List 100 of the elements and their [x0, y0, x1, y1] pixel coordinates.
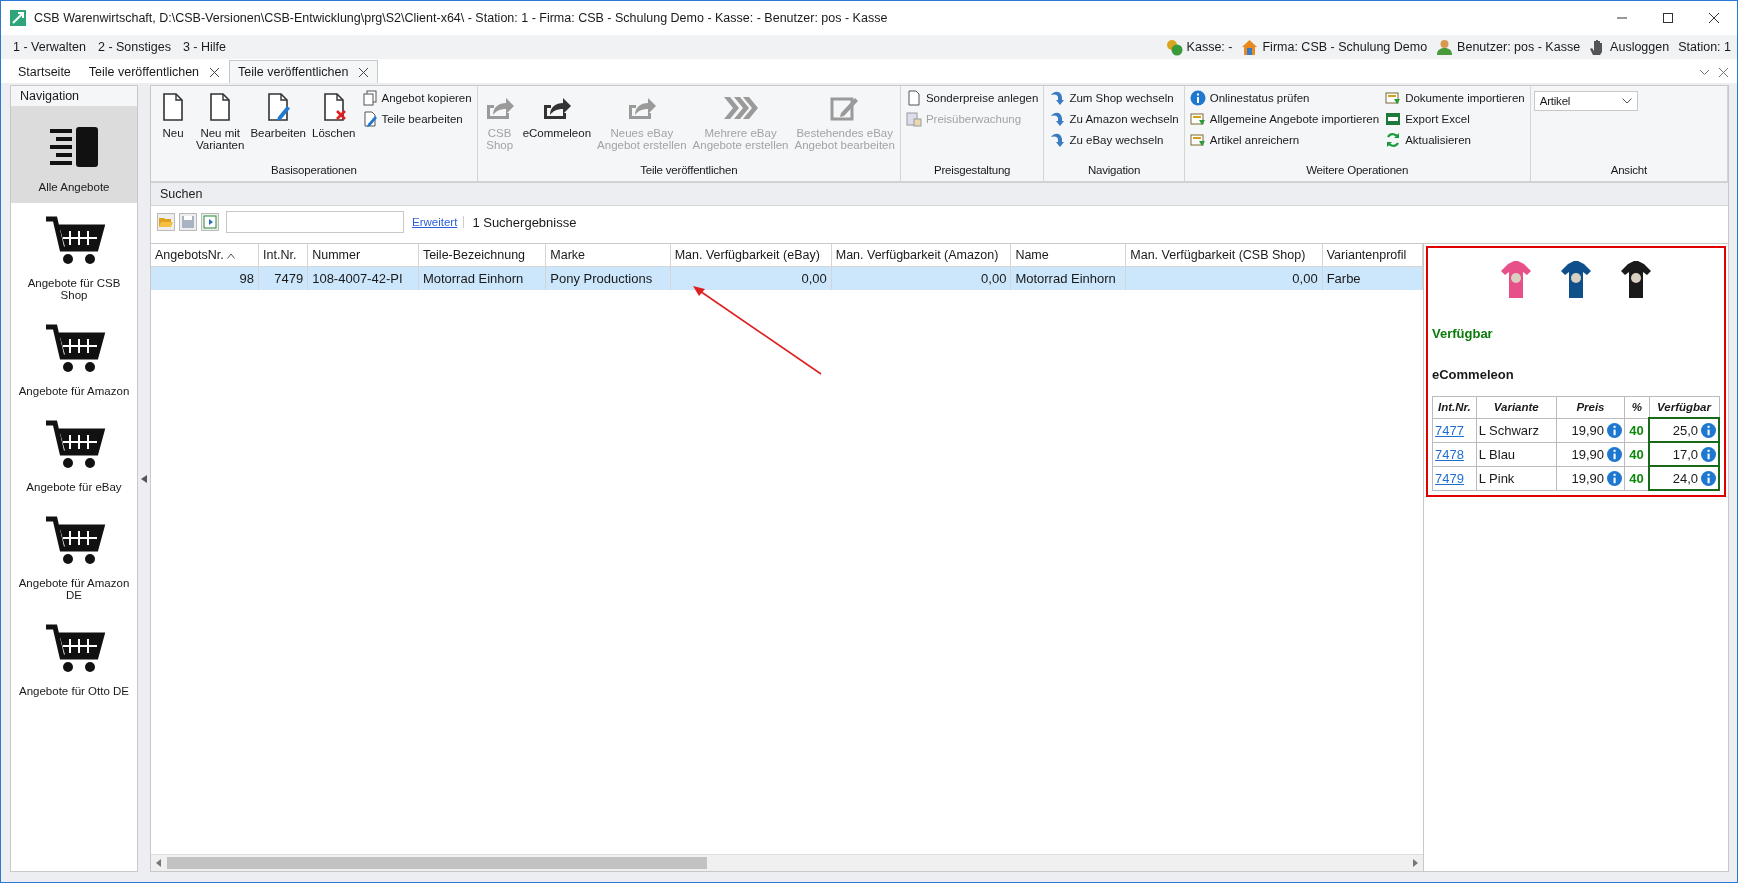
- ribbon-button[interactable]: Zu Amazon wechseln: [1047, 110, 1181, 128]
- ribbon-group-label: Ansicht: [1609, 163, 1648, 178]
- info-icon[interactable]: [1701, 422, 1716, 438]
- ribbon-button[interactable]: Neu mit Varianten: [194, 89, 247, 161]
- available-value: 24,0: [1672, 470, 1698, 486]
- station-label: Station: 1: [1678, 40, 1731, 54]
- advanced-search-link[interactable]: Erweitert: [412, 216, 465, 228]
- ribbon-button[interactable]: Löschen: [310, 89, 358, 161]
- maximize-icon[interactable]: [1662, 12, 1674, 24]
- scrollbar-thumb[interactable]: [167, 857, 707, 869]
- column-header[interactable]: Man. Verfügbarkeit (eBay): [670, 244, 832, 267]
- import-icon: [1385, 90, 1402, 106]
- user-label: Benutzer: pos - Kasse: [1457, 40, 1581, 54]
- edit-document-icon: [361, 111, 378, 127]
- tab[interactable]: Startseite: [9, 60, 80, 83]
- result-count: 1 Suchergebnisse: [472, 214, 577, 230]
- ribbon-group-label: Navigation: [1086, 163, 1142, 178]
- curved-arrow-icon: [1049, 111, 1066, 127]
- ribbon-button[interactable]: Export Excel: [1383, 110, 1527, 128]
- ribbon-button[interactable]: Bearbeiten: [248, 89, 308, 161]
- ribbon-button[interactable]: Dokumente importieren: [1383, 89, 1527, 107]
- navigation-item[interactable]: Angebote für Otto DE: [11, 611, 137, 707]
- collapse-arrow-icon[interactable]: [141, 474, 147, 483]
- curved-arrow-icon: [1049, 132, 1066, 148]
- ribbon-group-label: Basisoperationen: [270, 163, 358, 178]
- close-icon[interactable]: [209, 66, 221, 78]
- column-header[interactable]: AngebotsNr.: [151, 244, 259, 267]
- column-header[interactable]: Marke: [545, 244, 671, 267]
- scroll-left-icon[interactable]: [155, 859, 163, 867]
- document-icon: [905, 90, 922, 106]
- column-header: Int.Nr.: [1432, 396, 1477, 418]
- chevron-down-icon: [1621, 98, 1632, 104]
- available-value: 25,0: [1672, 422, 1698, 438]
- import-icon: [1189, 111, 1206, 127]
- logout-link[interactable]: Ausloggen: [1610, 40, 1670, 54]
- column-header[interactable]: Man. Verfügbarkeit (CSB Shop): [1125, 244, 1323, 267]
- info-icon[interactable]: [1607, 446, 1623, 462]
- cash-register-label: Kasse: -: [1186, 40, 1233, 54]
- table-cell: Motorrad Einhorn: [418, 266, 546, 290]
- view-dropdown[interactable]: Artikel: [1533, 91, 1638, 111]
- ribbon-button[interactable]: Aktualisieren: [1383, 131, 1527, 149]
- info-icon[interactable]: [1701, 470, 1716, 486]
- navigation-item[interactable]: Angebote für eBay: [11, 407, 137, 503]
- navigation-label: Angebote für Amazon DE: [17, 577, 131, 601]
- column-header[interactable]: Int.Nr.: [258, 244, 308, 267]
- copy-icon: [361, 90, 378, 106]
- column-header[interactable]: Teile-Bezeichnung: [418, 244, 546, 267]
- layout-icon[interactable]: [201, 213, 219, 231]
- ribbon-button[interactable]: Zu eBay wechseln: [1047, 131, 1181, 149]
- menu-item[interactable]: 1 - Verwalten: [7, 40, 92, 54]
- spreadsheet-icon: [1385, 111, 1402, 127]
- column-header[interactable]: Name: [1010, 244, 1126, 267]
- info-icon[interactable]: [1607, 470, 1623, 486]
- search-header: Suchen: [151, 183, 1728, 206]
- ribbon-button[interactable]: Onlinestatus prüfen: [1187, 89, 1382, 107]
- table-cell: 108-4007-42-PI: [307, 266, 419, 290]
- table-cell: Motorrad Einhorn: [1010, 266, 1126, 290]
- ribbon-button[interactable]: Zum Shop wechseln: [1047, 89, 1181, 107]
- ribbon-button[interactable]: Artikel anreichern: [1187, 131, 1382, 149]
- info-icon[interactable]: [1701, 446, 1716, 462]
- navigation-label: Alle Angebote: [38, 181, 110, 193]
- ribbon-button[interactable]: Neu: [154, 89, 192, 161]
- column-header[interactable]: Nummer: [307, 244, 419, 267]
- house-icon: [1241, 38, 1259, 56]
- navigation-label: Angebote für Amazon: [18, 385, 130, 397]
- calculator-icon: [905, 111, 922, 127]
- navigation-label: Angebote für CSB Shop: [26, 277, 122, 301]
- navigation-label: Angebote für eBay: [26, 481, 122, 493]
- navigation-item[interactable]: Angebote für Amazon DE: [11, 503, 137, 611]
- close-icon[interactable]: [1708, 12, 1720, 24]
- tab[interactable]: Teile veröffentlichen: [79, 60, 230, 83]
- tab[interactable]: Teile veröffentlichen: [229, 60, 379, 83]
- ribbon-button[interactable]: Sonderpreise anlegen: [903, 89, 1041, 107]
- ribbon-button[interactable]: Teile bearbeiten: [359, 110, 474, 128]
- menu-item[interactable]: 3 - Hilfe: [176, 40, 232, 54]
- price-value: 19,90: [1571, 446, 1605, 462]
- ribbon-button[interactable]: Allgemeine Angebote importieren: [1187, 110, 1382, 128]
- navigation-item[interactable]: Alle Angebote: [11, 107, 137, 203]
- search-field[interactable]: [226, 211, 404, 233]
- navigation-item[interactable]: Angebote für CSB Shop: [11, 203, 137, 311]
- ribbon-button[interactable]: eCommeleon: [520, 89, 594, 161]
- scroll-right-icon[interactable]: [1411, 859, 1419, 867]
- price-value: 19,90: [1571, 470, 1605, 486]
- menu-item[interactable]: 2 - Sonstiges: [91, 40, 177, 54]
- navigation-title: Navigation: [11, 86, 137, 107]
- column-header[interactable]: Man. Verfügbarkeit (Amazon): [831, 244, 1011, 267]
- column-header[interactable]: Variantenprofil: [1322, 244, 1423, 267]
- info-icon[interactable]: [1607, 422, 1623, 438]
- column-header: %: [1624, 396, 1650, 418]
- navigation-item[interactable]: Angebote für Amazon: [11, 311, 137, 407]
- close-icon[interactable]: [358, 66, 370, 78]
- table-cell: L Blau: [1476, 442, 1557, 466]
- refresh-icon: [1385, 132, 1402, 148]
- ribbon-button[interactable]: Angebot kopieren: [359, 89, 474, 107]
- ribbon-group-label: Teile veröffentlichen: [639, 163, 739, 178]
- chevron-down-icon[interactable]: [1699, 67, 1710, 78]
- available-value: 17,0: [1672, 446, 1698, 462]
- company-label: Firma: CSB - Schulung Demo: [1262, 40, 1428, 54]
- window-title: CSB Warenwirtschaft, D:\CSB-Versionen\CSB-Entwicklung\prg\S2\Client-x64\ - Station: 1 - Firma: CSB - Schulung Demo - Kasse: - Benutzer: pos - Kasse: [34, 11, 889, 25]
- availability-status: Verfügbar: [1432, 326, 1494, 341]
